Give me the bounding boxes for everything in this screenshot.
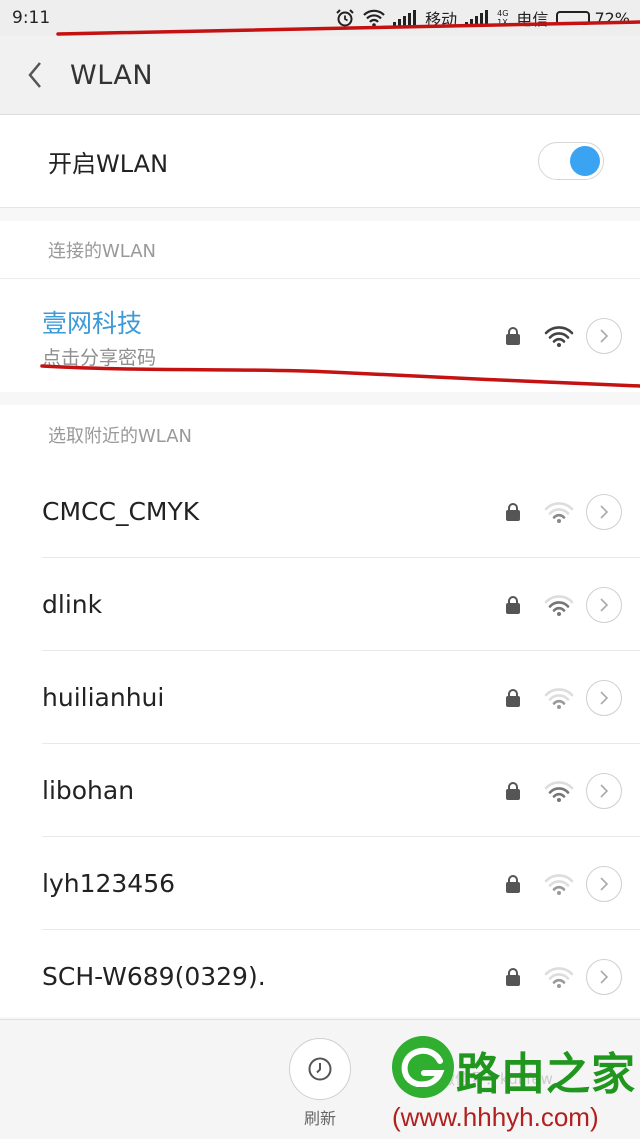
connected-network-name: 壹网科技: [42, 309, 143, 338]
lock-icon: [506, 688, 520, 707]
refresh-button[interactable]: [289, 1038, 351, 1100]
wifi-signal-icon: [544, 780, 574, 802]
wifi-signal-icon: [544, 326, 574, 347]
alarm-icon: [336, 9, 354, 27]
wifi-icon: [363, 9, 385, 27]
network-name: huilianhui: [42, 683, 165, 712]
network-name: dlink: [42, 590, 103, 619]
network-row[interactable]: huilianhui: [0, 651, 640, 744]
network-row[interactable]: dlink: [0, 558, 640, 651]
lock-icon: [506, 781, 520, 800]
back-button[interactable]: [0, 36, 70, 114]
chevron-right-icon: [600, 690, 609, 705]
network-details-button[interactable]: [586, 318, 622, 354]
lock-icon: [506, 327, 520, 345]
network-name: CMCC_CMYK: [42, 497, 200, 526]
wifi-signal-icon: [544, 594, 574, 616]
watermark: 微信号：kuilfew 路由之家 (www.hhhyh.com): [388, 1030, 640, 1138]
top-app-bar: WLAN: [0, 36, 640, 115]
chevron-right-icon: [600, 504, 609, 519]
battery-icon: 72%: [556, 9, 630, 28]
wlan-toggle-switch[interactable]: [538, 142, 604, 180]
network-row[interactable]: lyh123456: [0, 837, 640, 930]
wlan-toggle-label: 开启WLAN: [48, 149, 169, 178]
watermark-brand: 路由之家: [456, 1049, 636, 1100]
connected-section-title: 连接的WLAN: [0, 221, 640, 279]
connected-network-row[interactable]: 壹网科技 点击分享密码: [0, 280, 640, 392]
network-name: lyh123456: [42, 869, 176, 898]
network-type-badge: 4G 1X: [497, 9, 508, 27]
lock-icon: [506, 595, 520, 614]
signal-icon: [393, 10, 417, 26]
refresh-label: 刷新: [303, 1109, 336, 1128]
network-details-button[interactable]: [586, 865, 622, 902]
chevron-right-icon: [600, 783, 609, 798]
carrier-1: 移动: [425, 10, 458, 29]
network-details-button[interactable]: [586, 772, 622, 809]
status-bar: 9:11 移动 4G 1X 电信 72%: [0, 0, 640, 36]
carrier-2: 电信: [516, 10, 549, 29]
wlan-toggle-row[interactable]: 开启WLAN: [0, 115, 640, 208]
chevron-left-icon: [28, 62, 41, 88]
battery-percent: 72%: [594, 8, 630, 28]
wifi-signal-icon: [544, 873, 574, 895]
network-name: SCH-W689(0329).: [42, 962, 266, 991]
network-row[interactable]: SCH-W689(0329).: [0, 930, 640, 1023]
status-icons: 移动 4G 1X 电信 72%: [335, 6, 630, 30]
wifi-signal-icon: [544, 966, 574, 988]
share-password-hint[interactable]: 点击分享密码: [42, 343, 156, 370]
wifi-signal-icon: [544, 501, 574, 523]
page-title: WLAN: [70, 59, 154, 91]
lock-icon: [506, 502, 520, 521]
network-details-button[interactable]: [586, 586, 622, 623]
nearby-section-title: 选取附近的WLAN: [0, 405, 640, 465]
clock-icon: [308, 1057, 332, 1081]
signal-icon: [465, 10, 489, 26]
chevron-right-icon: [600, 597, 609, 612]
network-row[interactable]: CMCC_CMYK: [0, 465, 640, 558]
network-details-button[interactable]: [586, 493, 622, 530]
watermark-url: (www.hhhyh.com): [392, 1102, 599, 1132]
lock-icon: [506, 874, 520, 893]
chevron-right-icon: [600, 329, 609, 343]
network-type-top: 4G: [497, 9, 509, 18]
watermark-logo-icon: [392, 1036, 454, 1098]
toggle-knob: [570, 146, 600, 176]
chevron-right-icon: [600, 969, 609, 984]
network-row[interactable]: libohan: [0, 744, 640, 837]
network-details-button[interactable]: [586, 958, 622, 995]
network-type-bottom: 1X: [497, 18, 508, 27]
status-time: 9:11: [12, 8, 51, 28]
network-name: libohan: [42, 776, 135, 805]
lock-icon: [506, 967, 520, 986]
wifi-signal-icon: [544, 687, 574, 709]
network-details-button[interactable]: [586, 679, 622, 716]
chevron-right-icon: [600, 876, 609, 891]
